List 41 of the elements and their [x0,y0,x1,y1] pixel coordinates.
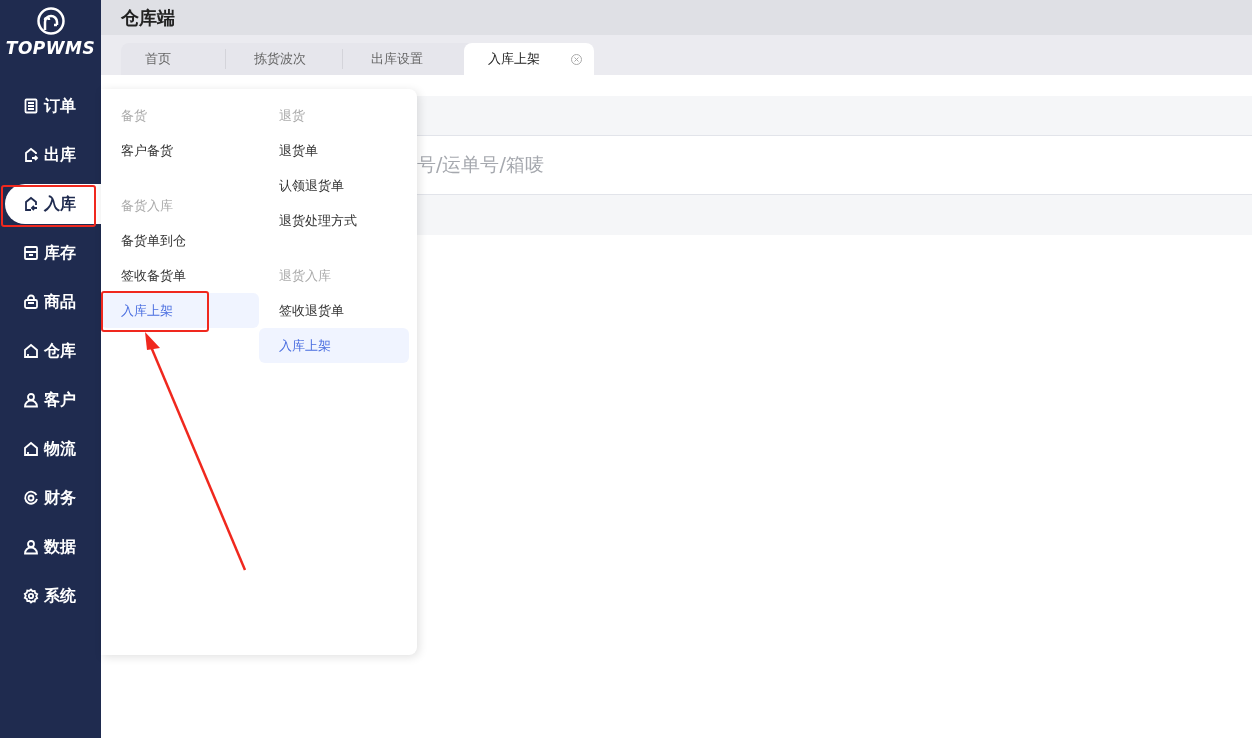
menu-item[interactable]: 备货单到仓 [101,223,259,258]
sidebar-item[interactable]: 仓库 [5,331,101,371]
menu-item[interactable]: 退货单 [259,133,409,168]
sidebar-item[interactable]: 系统 [5,576,101,616]
page-title: 仓库端 [121,5,175,30]
logo-text: TOPWMS [5,38,96,58]
house-icon [23,343,39,359]
house-arrow-icon [23,196,39,212]
tab[interactable]: 出库设置 [347,43,455,75]
menu-heading: 退货 [278,107,306,125]
menu-item[interactable]: 客户备货 [101,133,259,168]
sidebar-item[interactable]: 客户 [5,380,101,420]
menu-item[interactable]: 签收备货单 [101,258,259,293]
menu-item[interactable]: 入库上架 [101,293,259,328]
sidebar-item[interactable]: 财务 [5,478,101,518]
sidebar-item[interactable]: 数据 [5,527,101,567]
tab[interactable]: 首页 [121,43,221,75]
menu-heading: 备货入库 [120,197,174,215]
settings-icon [23,588,39,604]
menu-item[interactable]: 入库上架 [259,328,409,363]
sidebar-item[interactable]: 库存 [5,233,101,273]
tab[interactable]: 拣货波次 [230,43,338,75]
house-icon [23,441,39,457]
menu-item[interactable]: 签收退货单 [259,293,409,328]
sidebar-item[interactable]: 物流 [5,429,101,469]
menu-item[interactable]: 退货处理方式 [259,203,409,238]
list-icon [23,98,39,114]
sidebar-item[interactable]: 出库 [5,135,101,175]
tab[interactable]: 入库上架 [464,43,594,75]
close-icon[interactable] [571,53,582,65]
menu-heading: 退货入库 [278,267,332,285]
sidebar-item[interactable]: 订单 [5,86,101,126]
cabinet-icon [23,245,39,261]
coin-icon [23,490,39,506]
user-icon [23,539,39,555]
house-arrow-icon [23,147,39,163]
user-icon [23,392,39,408]
bag-icon [23,294,39,310]
sidebar-item[interactable]: 入库 [5,184,101,224]
sidebar-item[interactable]: 商品 [5,282,101,322]
menu-heading: 备货 [120,107,148,125]
